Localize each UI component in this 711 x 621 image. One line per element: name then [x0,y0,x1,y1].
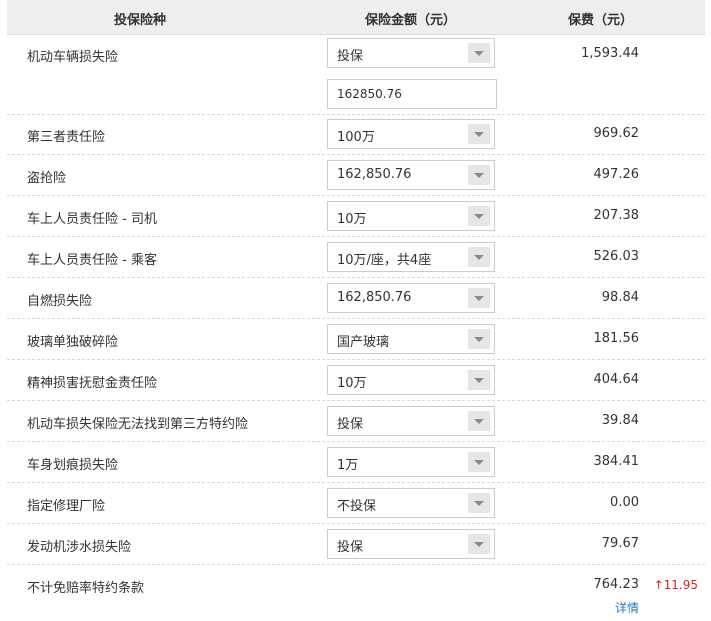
insured-amount-select[interactable]: 10万 [327,365,495,395]
input-value: 162850.76 [337,87,402,101]
select-value: 10万 [337,212,367,227]
chevron-down-icon [474,460,484,465]
dropdown-button[interactable] [468,493,490,513]
insurance-name: 精神损害抚慰金责任险 [27,376,158,391]
select-value: 10万 [337,376,367,391]
table-row: 玻璃单独破碎险 国产玻璃 181.56 [7,319,705,360]
premium-value: 79.67 [601,536,639,551]
insured-amount-select[interactable]: 162,850.76 [327,283,495,313]
table-row: 精神损害抚慰金责任险 10万 404.64 [7,360,705,401]
insured-amount-select[interactable]: 10万 [327,201,495,231]
dropdown-button[interactable] [468,206,490,226]
dropdown-button[interactable] [468,370,490,390]
column-header-insurance-type: 投保险种 [114,13,167,28]
insured-amount-input[interactable]: 162850.76 [327,79,497,109]
chevron-down-icon [474,132,484,137]
select-value: 投保 [337,49,364,64]
insurance-name: 自燃损失险 [27,294,93,309]
select-value: 162,850.76 [337,167,412,182]
table-row: 机动车损失保险无法找到第三方特约险 投保 39.84 [7,401,705,442]
premium-value: 969.62 [593,126,640,141]
chevron-down-icon [474,296,484,301]
chevron-down-icon [474,542,484,547]
insurance-name: 车身划痕损失险 [27,458,119,473]
select-value: 不投保 [337,499,377,514]
insured-amount-select[interactable]: 国产玻璃 [327,324,495,354]
table-row: 车身划痕损失险 1万 384.41 [7,442,705,483]
select-value: 投保 [337,540,364,555]
dropdown-button[interactable] [468,165,490,185]
select-value: 100万 [337,130,375,145]
insured-amount-select[interactable]: 不投保 [327,488,495,518]
table-row: 指定修理厂险 不投保 0.00 [7,483,705,524]
premium-increase-badge: ↑11.95 [653,578,698,592]
premium-value: 98.84 [601,290,639,305]
insured-amount-select[interactable]: 1万 [327,447,495,477]
column-header-premium: 保费（元） [568,13,634,28]
premium-value: 0.00 [610,495,639,510]
premium-value: 207.38 [593,208,640,223]
premium-value: 181.56 [593,331,640,346]
dropdown-button[interactable] [468,411,490,431]
dropdown-button[interactable] [468,288,490,308]
table-row: 车上人员责任险 - 司机 10万 207.38 [7,196,705,237]
insured-amount-select[interactable]: 100万 [327,119,495,149]
insurance-name: 车上人员责任险 - 乘客 [27,253,157,268]
insured-amount-select[interactable]: 162,850.76 [327,160,495,190]
dropdown-button[interactable] [468,247,490,267]
chevron-down-icon [474,337,484,342]
table-row: 第三者责任险 100万 969.62 [7,114,705,155]
premium-value: 1,593.44 [581,46,639,61]
dropdown-button[interactable] [468,43,490,63]
select-value: 国产玻璃 [337,335,390,350]
select-value: 162,850.76 [337,290,412,305]
insured-amount-select[interactable]: 10万/座，共4座 [327,242,495,272]
chevron-down-icon [474,173,484,178]
dropdown-button[interactable] [468,534,490,554]
insurance-name: 指定修理厂险 [27,499,106,514]
insured-amount-select[interactable]: 投保 [327,529,495,559]
premium-value: 526.03 [593,249,640,264]
table-row: 自燃损失险 162,850.76 98.84 [7,278,705,319]
chevron-down-icon [474,51,484,56]
chevron-down-icon [474,419,484,424]
insurance-name: 车上人员责任险 - 司机 [27,212,157,227]
insurance-name: 第三者责任险 [27,130,106,145]
table-row: 车上人员责任险 - 乘客 10万/座，共4座 526.03 [7,237,705,278]
chevron-down-icon [474,378,484,383]
dropdown-button[interactable] [468,452,490,472]
insurance-name: 机动车辆损失险 [27,50,119,65]
chevron-down-icon [474,255,484,260]
column-header-insured-amount: 保险金额（元） [365,13,457,28]
premium-value: 404.64 [593,372,640,387]
table-row: 盗抢险 162,850.76 497.26 [7,155,705,196]
premium-value: 384.41 [593,454,640,469]
select-value: 1万 [337,458,359,473]
chevron-down-icon [474,501,484,506]
select-value: 10万/座，共4座 [337,253,432,268]
premium-value: 764.23 [593,577,640,592]
dropdown-button[interactable] [468,329,490,349]
detail-link[interactable]: 详情 [615,599,639,616]
insured-amount-select[interactable]: 投保 [327,38,495,68]
dropdown-button[interactable] [468,124,490,144]
insurance-name: 机动车损失保险无法找到第三方特约险 [27,417,249,432]
table-row: 发动机涉水损失险 投保 79.67 [7,524,705,565]
insurance-name: 盗抢险 [27,171,67,186]
premium-value: 497.26 [593,167,640,182]
table-row: 机动车辆损失险 投保 1,593.44 162850.76 [7,34,705,115]
chevron-down-icon [474,214,484,219]
insurance-name: 玻璃单独破碎险 [27,335,119,350]
table-row-deductible-waiver: 不计免赔率特约条款 764.23 ↑11.95 详情 [7,565,705,621]
insurance-name: 发动机涉水损失险 [27,540,132,555]
insured-amount-select[interactable]: 投保 [327,406,495,436]
insurance-name: 不计免赔率特约条款 [27,581,145,596]
premium-value: 39.84 [601,413,639,428]
select-value: 投保 [337,417,364,432]
table-header: 投保险种 保险金额（元） 保费（元） [7,0,705,35]
